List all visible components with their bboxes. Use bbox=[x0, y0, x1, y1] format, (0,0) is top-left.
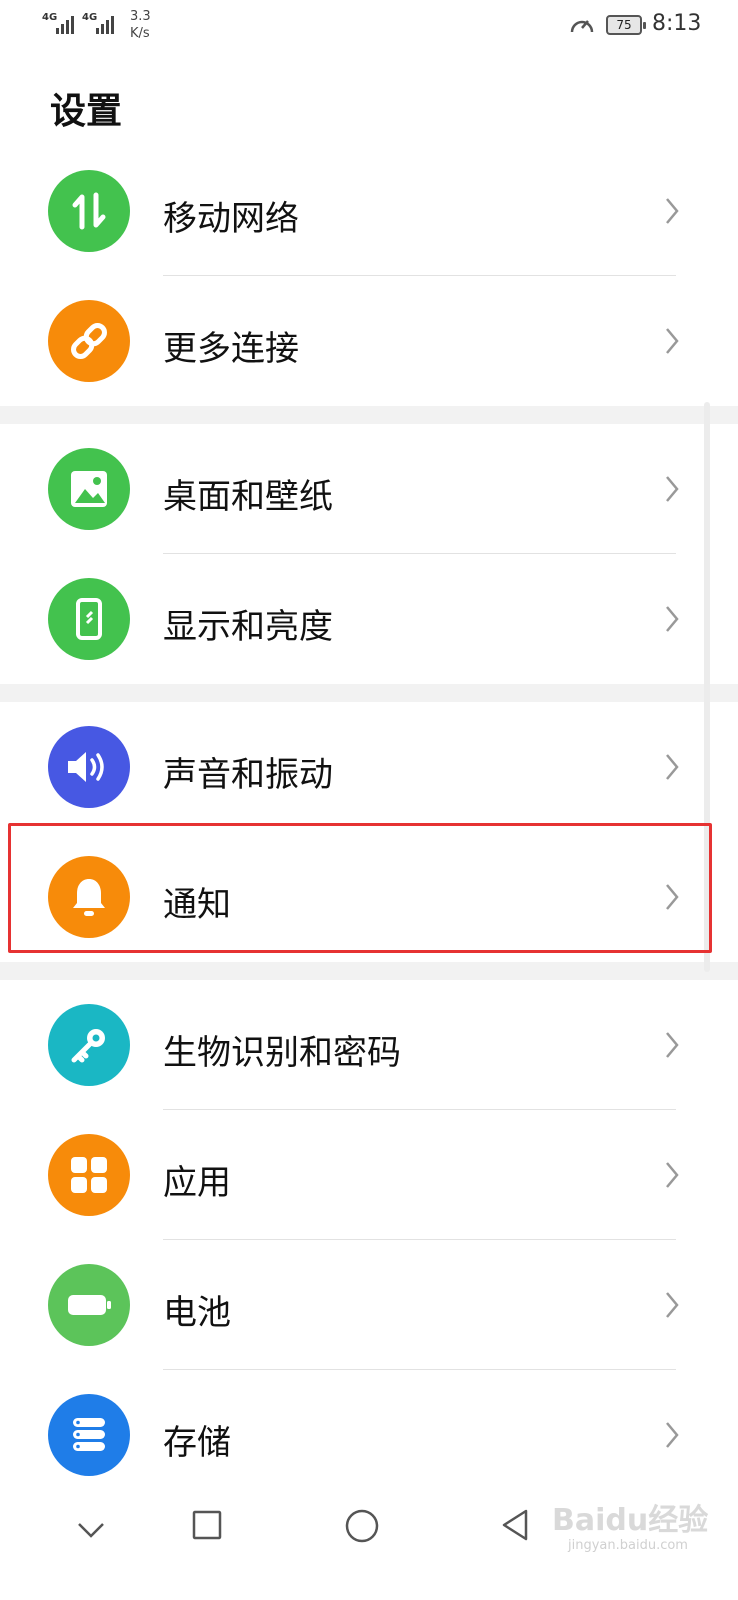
chevron-right-icon bbox=[666, 328, 679, 354]
battery-indicator: 75 bbox=[606, 15, 646, 35]
chevron-right-icon bbox=[666, 754, 679, 780]
watermark: Baidu经验 bbox=[552, 1503, 709, 1538]
settings-item-biometrics[interactable]: 生物识别和密码 bbox=[0, 980, 738, 1110]
settings-item-label: 应用 bbox=[163, 1163, 231, 1203]
highlight-box bbox=[8, 823, 712, 953]
recent-apps-icon[interactable] bbox=[192, 1510, 222, 1540]
settings-item-label: 桌面和壁纸 bbox=[163, 477, 333, 517]
chevron-right-icon bbox=[666, 1162, 679, 1188]
key-icon bbox=[48, 1004, 130, 1086]
section-gap bbox=[0, 684, 738, 702]
settings-item-label: 显示和亮度 bbox=[163, 607, 333, 647]
battery-icon bbox=[48, 1264, 130, 1346]
phone-display-icon bbox=[48, 578, 130, 660]
settings-item-label: 生物识别和密码 bbox=[163, 1033, 401, 1073]
home-icon[interactable] bbox=[344, 1508, 380, 1544]
settings-item-apps[interactable]: 应用 bbox=[0, 1110, 738, 1240]
settings-item-label: 电池 bbox=[163, 1293, 231, 1333]
network-speed: 3.3 K/s bbox=[130, 8, 151, 42]
network-type-2: 4G bbox=[82, 12, 98, 23]
speed-unit: K/s bbox=[130, 26, 150, 41]
settings-item-label: 更多连接 bbox=[163, 329, 299, 369]
status-bar: 4G 4G 3.3 K/s 75 8:13 bbox=[0, 0, 738, 52]
settings-item-display[interactable]: 显示和亮度 bbox=[0, 554, 738, 684]
settings-item-label: 声音和振动 bbox=[163, 755, 333, 795]
chevron-right-icon bbox=[666, 1032, 679, 1058]
chevron-right-icon bbox=[666, 198, 679, 224]
settings-item-wallpaper[interactable]: 桌面和壁纸 bbox=[0, 424, 738, 554]
up-down-arrows-icon bbox=[48, 170, 130, 252]
settings-item-label: 移动网络 bbox=[163, 199, 299, 239]
settings-item-more-connections[interactable]: 更多连接 bbox=[0, 276, 738, 406]
section-gap bbox=[0, 406, 738, 424]
storage-icon bbox=[48, 1394, 130, 1476]
signal-icon-2 bbox=[96, 14, 114, 34]
down-chevron-icon[interactable] bbox=[76, 1520, 106, 1540]
link-icon bbox=[48, 300, 130, 382]
apps-grid-icon bbox=[48, 1134, 130, 1216]
back-icon[interactable] bbox=[500, 1508, 530, 1542]
speedometer-icon bbox=[570, 20, 594, 33]
speed-value: 3.3 bbox=[130, 9, 151, 24]
signal-icon bbox=[56, 14, 74, 34]
settings-item-label: 存储 bbox=[163, 1423, 231, 1463]
section-gap bbox=[0, 962, 738, 980]
chevron-right-icon bbox=[666, 476, 679, 502]
settings-item-mobile-network[interactable]: 移动网络 bbox=[0, 146, 738, 276]
chevron-right-icon bbox=[666, 606, 679, 632]
image-icon bbox=[48, 448, 130, 530]
speaker-icon bbox=[48, 726, 130, 808]
chevron-right-icon bbox=[666, 1292, 679, 1318]
network-type-1: 4G bbox=[42, 12, 58, 23]
clock: 8:13 bbox=[652, 11, 702, 36]
settings-item-battery[interactable]: 电池 bbox=[0, 1240, 738, 1370]
watermark-url: jingyan.baidu.com bbox=[568, 1538, 688, 1553]
page-title: 设置 bbox=[50, 91, 123, 132]
chevron-right-icon bbox=[666, 1422, 679, 1448]
settings-item-sound[interactable]: 声音和振动 bbox=[0, 702, 738, 832]
settings-item-storage[interactable]: 存储 bbox=[0, 1370, 738, 1500]
